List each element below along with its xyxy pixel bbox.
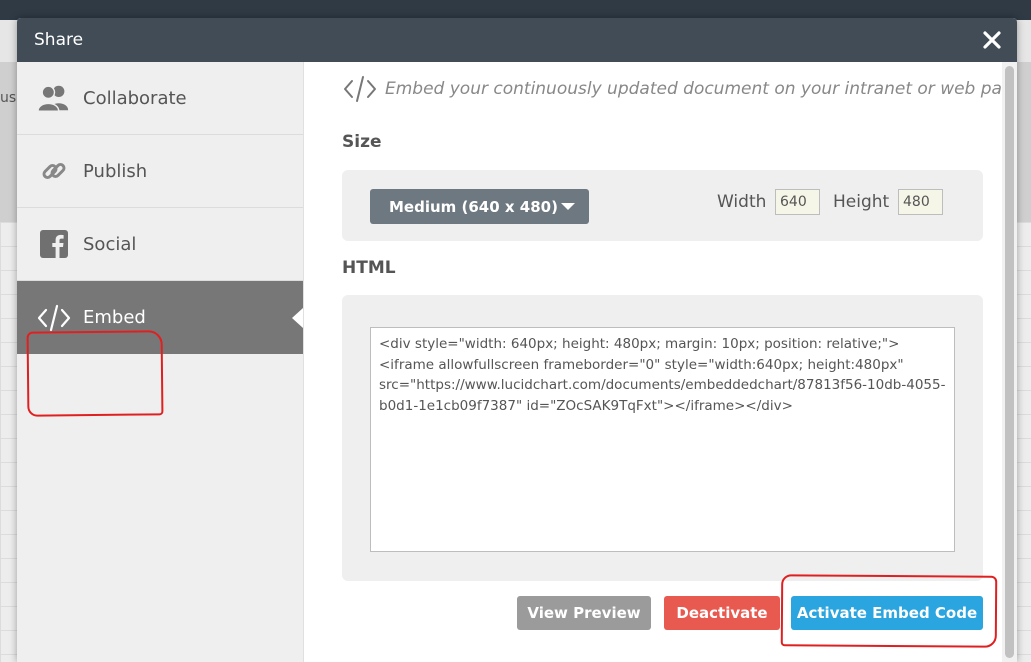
sidebar-item-collaborate[interactable]: Collaborate [17, 62, 303, 135]
sidebar-item-publish[interactable]: Publish [17, 135, 303, 208]
embed-description-text: Embed your continuously updated document… [385, 79, 1017, 99]
share-sidebar: Collaborate Publish Social Embed [17, 62, 304, 662]
sidebar-item-label: Collaborate [83, 87, 187, 109]
close-button[interactable] [977, 25, 1007, 55]
size-section-label: Size [342, 132, 382, 152]
code-icon [37, 301, 71, 335]
scrollbar-thumb[interactable] [1005, 66, 1014, 658]
size-panel: Medium (640 x 480) Width Height [342, 170, 983, 241]
height-input[interactable] [898, 189, 943, 215]
dialog-title: Share [34, 30, 84, 50]
height-label: Height [833, 192, 890, 212]
width-label: Width [717, 192, 767, 212]
facebook-icon [37, 227, 71, 261]
annotation-highlight-embed [26, 330, 164, 417]
scrollbar[interactable] [1002, 62, 1017, 662]
sidebar-item-label: Publish [83, 160, 148, 182]
html-section-label: HTML [342, 258, 396, 278]
annotation-highlight-activate [780, 574, 998, 648]
deactivate-button[interactable]: Deactivate [664, 596, 780, 630]
size-dropdown-value: Medium (640 x 480) [389, 197, 558, 216]
html-panel: <div style="width: 640px; height: 480px;… [342, 295, 983, 581]
sidebar-item-social[interactable]: Social [17, 208, 303, 281]
embed-panel: Embed your continuously updated document… [305, 62, 1017, 662]
view-preview-button[interactable]: View Preview [517, 596, 651, 630]
app-background-text: us [0, 90, 17, 106]
embed-code-textarea[interactable]: <div style="width: 640px; height: 480px;… [370, 327, 955, 552]
chevron-down-icon [561, 203, 575, 210]
width-input[interactable] [775, 189, 820, 215]
link-icon [37, 154, 71, 188]
code-icon [343, 74, 377, 104]
app-top-bar [0, 0, 1031, 20]
sidebar-item-label: Embed [83, 307, 146, 328]
dialog-header: Share [17, 18, 1017, 62]
size-dropdown[interactable]: Medium (640 x 480) [370, 189, 589, 224]
embed-description: Embed your continuously updated document… [343, 74, 1017, 104]
sidebar-item-label: Social [83, 233, 137, 255]
share-dialog: Share Collaborate Publish Social Embed E… [17, 18, 1017, 662]
close-icon [983, 31, 1001, 49]
users-icon [37, 81, 71, 115]
